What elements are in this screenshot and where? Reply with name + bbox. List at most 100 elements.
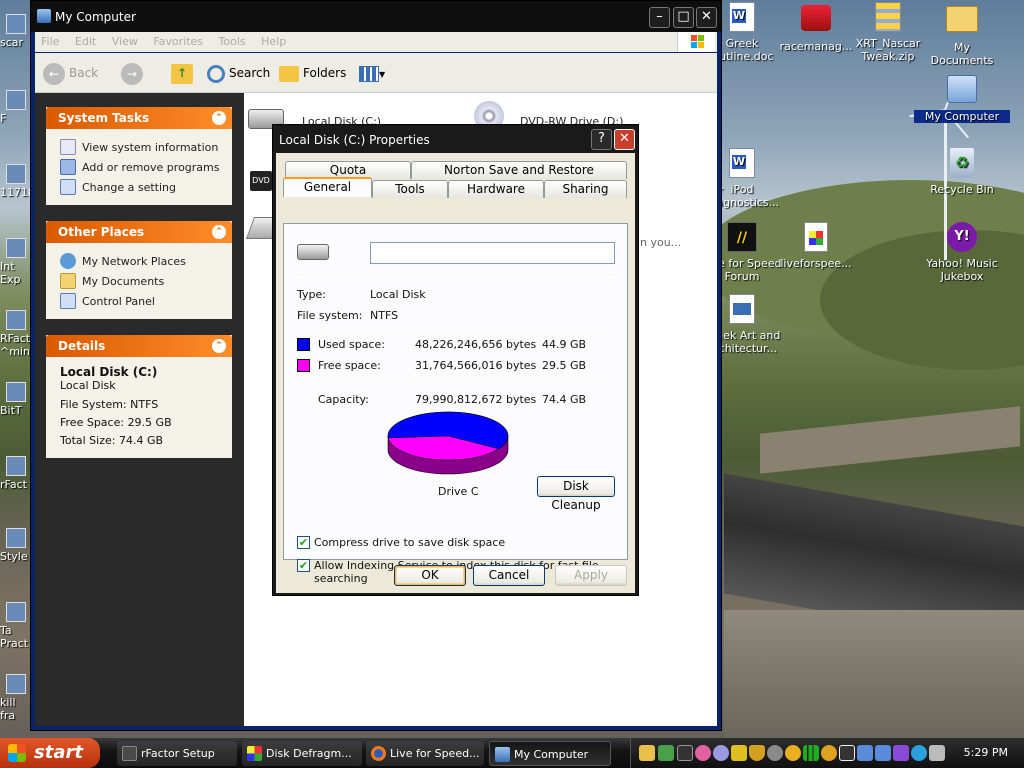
collapse-chevron-icon[interactable]: ⌃ xyxy=(212,339,226,353)
taskbar-item-live-for-speed[interactable]: Live for Speed... xyxy=(366,741,484,766)
clock: 5:29 PM xyxy=(963,746,1008,759)
tab-hardware[interactable]: Hardware xyxy=(448,180,544,198)
shortcut-icon xyxy=(6,310,26,330)
menu-tools[interactable]: Tools xyxy=(213,32,252,51)
tray-app-icon[interactable] xyxy=(639,745,655,761)
desktop-icon-partial[interactable]: scar xyxy=(0,14,32,49)
search-button[interactable]: Search xyxy=(207,61,270,85)
network-icon[interactable] xyxy=(857,745,873,761)
desktop-icon-yahoo-music[interactable]: Y! Yahoo! Music Jukebox xyxy=(914,222,1010,283)
menu-view[interactable]: View xyxy=(106,32,144,51)
views-button[interactable]: ▼ xyxy=(359,61,385,85)
desktop-icon-partial[interactable]: Ta Pract xyxy=(0,602,32,650)
menu-help[interactable]: Help xyxy=(255,32,292,51)
change-setting-link[interactable]: Change a setting xyxy=(60,177,222,197)
network-icon[interactable] xyxy=(875,745,891,761)
forward-button[interactable]: → xyxy=(121,61,147,85)
collapse-chevron-icon[interactable]: ⌃ xyxy=(212,111,226,125)
tab-general[interactable]: General xyxy=(283,177,372,197)
start-button[interactable]: start xyxy=(0,738,100,768)
desktop-icon-partial[interactable]: RFact ^mini xyxy=(0,310,32,358)
other-places-header[interactable]: Other Places ⌃ xyxy=(46,221,232,243)
desktop-icon-recycle-bin[interactable]: ♻ Recycle Bin xyxy=(914,148,1010,196)
desktop-icon-partial[interactable]: 11718 xyxy=(0,164,32,199)
add-remove-programs-icon xyxy=(60,159,76,175)
system-tasks-header[interactable]: System Tasks ⌃ xyxy=(46,107,232,129)
separator xyxy=(297,277,615,278)
capacity-label: Capacity: xyxy=(318,393,369,406)
windows-flag-icon xyxy=(8,744,26,762)
my-network-places-link[interactable]: My Network Places xyxy=(60,251,222,271)
drive-label: Drive C xyxy=(438,485,479,498)
desktop-icon-my-documents[interactable]: My Documents xyxy=(914,2,1010,67)
tray-app-icon[interactable] xyxy=(677,745,693,761)
taskbar-item-disk-defragmenter[interactable]: Disk Defragm... xyxy=(242,741,362,766)
tray-app-icon[interactable] xyxy=(731,745,747,761)
task-label: My Computer xyxy=(514,748,589,761)
apply-button[interactable]: Apply xyxy=(555,565,627,586)
minimize-button[interactable]: – xyxy=(649,7,670,28)
view-system-information-link[interactable]: View system information xyxy=(60,137,222,157)
indexing-checkbox[interactable]: ✔ xyxy=(297,559,310,572)
control-panel-link[interactable]: Control Panel xyxy=(60,291,222,311)
back-button[interactable]: ← Back xyxy=(43,61,98,85)
help-button[interactable]: ? xyxy=(591,129,612,150)
used-space-label: Used space: xyxy=(318,338,386,351)
security-shield-icon[interactable] xyxy=(749,745,765,761)
tab-norton-save-restore[interactable]: Norton Save and Restore xyxy=(411,161,627,179)
desktop-icon-partial[interactable]: Style xyxy=(0,528,32,563)
details-name: Local Disk (C:) xyxy=(60,365,158,379)
taskbar-item-my-computer[interactable]: My Computer xyxy=(489,741,611,766)
maximize-button[interactable]: □ xyxy=(673,7,694,28)
signal-icon[interactable] xyxy=(803,745,819,761)
details-header[interactable]: Details ⌃ xyxy=(46,335,232,357)
collapse-chevron-icon[interactable]: ⌃ xyxy=(212,225,226,239)
tray-app-icon[interactable] xyxy=(658,745,674,761)
details-type: Local Disk xyxy=(60,379,116,392)
compress-checkbox[interactable]: ✔ xyxy=(297,536,310,549)
dialog-close-button[interactable]: ✕ xyxy=(614,129,635,150)
tray-app-icon[interactable] xyxy=(785,745,801,761)
tab-tools[interactable]: Tools xyxy=(372,180,448,198)
tray-app-icon[interactable] xyxy=(713,745,729,761)
ok-button[interactable]: OK xyxy=(394,565,466,586)
up-folder-button[interactable]: ↑ xyxy=(171,61,193,85)
desktop-icon-my-computer[interactable]: My Computer xyxy=(914,75,1010,123)
explorer-titlebar[interactable]: My Computer – □ ✕ xyxy=(31,1,721,32)
tray-app-icon[interactable] xyxy=(911,745,927,761)
cancel-button[interactable]: Cancel xyxy=(473,565,545,586)
tray-app-icon[interactable] xyxy=(767,745,783,761)
taskbar-item-rfactor-setup[interactable]: rFactor Setup xyxy=(117,741,237,766)
tab-label: Norton Save and Restore xyxy=(444,163,594,177)
tray-app-icon[interactable] xyxy=(821,745,837,761)
add-remove-programs-link[interactable]: Add or remove programs xyxy=(60,157,222,177)
menu-edit[interactable]: Edit xyxy=(69,32,102,51)
desktop-icon-partial[interactable]: F xyxy=(0,90,32,125)
desktop-icon-partial[interactable]: rFact xyxy=(0,456,32,491)
link-label: Change a setting xyxy=(82,180,176,194)
desktop-icon-partial[interactable]: Int Exp xyxy=(0,238,32,286)
volume-icon[interactable] xyxy=(929,745,945,761)
desktop-icon-image-file[interactable]: liveforspee... xyxy=(768,222,864,270)
tab-sharing[interactable]: Sharing xyxy=(544,180,627,198)
tray-app-icon[interactable] xyxy=(893,745,909,761)
used-space-gb: 44.9 GB xyxy=(542,338,587,351)
desktop-icon-partial[interactable]: kill fra xyxy=(0,674,32,722)
my-documents-link[interactable]: My Documents xyxy=(60,271,222,291)
folders-button[interactable]: Folders xyxy=(279,61,346,85)
start-label: start xyxy=(34,742,83,763)
desktop-icon-partial[interactable]: BitT xyxy=(0,382,32,417)
tray-app-icon[interactable] xyxy=(695,745,711,761)
dialog-titlebar[interactable]: Local Disk (C:) Properties ? ✕ xyxy=(273,125,638,153)
my-computer-icon xyxy=(946,75,978,107)
shortcut-icon xyxy=(6,674,26,694)
menu-file[interactable]: File xyxy=(35,32,65,51)
partial-description: n you... xyxy=(640,236,682,249)
disk-cleanup-button[interactable]: Disk Cleanup xyxy=(537,476,615,512)
close-button[interactable]: ✕ xyxy=(696,7,717,28)
menu-favorites[interactable]: Favorites xyxy=(147,32,209,51)
tray-app-icon[interactable] xyxy=(839,745,855,761)
button-label: Cancel xyxy=(488,568,530,582)
shortcut-icon xyxy=(6,382,26,402)
drive-name-input[interactable] xyxy=(370,242,615,264)
